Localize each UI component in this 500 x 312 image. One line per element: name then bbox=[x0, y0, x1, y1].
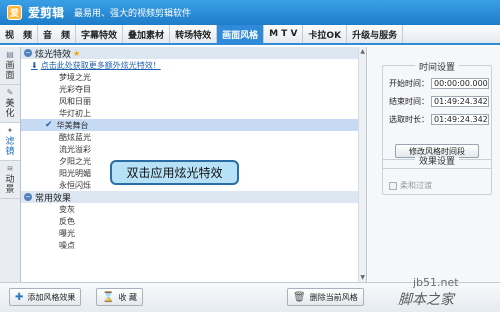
delete-style-button[interactable]: 🗑 删除当前风格 bbox=[287, 288, 364, 306]
collapse-icon[interactable]: − bbox=[24, 49, 32, 57]
get-more-effects-link[interactable]: ⬇ 点击此处获取更多额外炫光特效！ bbox=[21, 59, 366, 71]
trash-icon: 🗑 bbox=[293, 291, 306, 303]
add-effect-icon: ✚ bbox=[15, 291, 24, 303]
delete-style-label: 删除当前风格 bbox=[309, 292, 358, 302]
app-slogan: 最易用、强大的视频剪辑软件 bbox=[74, 9, 192, 19]
picture-icon: ▤ bbox=[6, 50, 14, 59]
tab-upgrade-service[interactable]: 升级与服务 bbox=[347, 25, 404, 43]
app-title: 爱剪辑 bbox=[28, 6, 65, 20]
motion-icon: ≋ bbox=[6, 164, 14, 173]
end-time-field[interactable]: 01:49:24.342 bbox=[431, 96, 489, 107]
scroll-down-icon[interactable]: ▼ bbox=[360, 274, 365, 281]
watermark-name: 脚本之家 bbox=[398, 292, 454, 308]
list-item[interactable]: 曝光 bbox=[21, 227, 366, 239]
scroll-up-icon[interactable]: ▲ bbox=[360, 48, 365, 55]
instruction-callout: 双击应用炫光特效 bbox=[110, 160, 239, 185]
duration-label: 选取时长： bbox=[389, 115, 429, 124]
tab-karaoke[interactable]: 卡拉OK bbox=[303, 25, 348, 43]
list-item[interactable]: 流光溢彩 bbox=[21, 143, 366, 155]
side-tab-label: 画 面 bbox=[5, 61, 15, 81]
list-item[interactable]: 反色 bbox=[21, 215, 366, 227]
watermark-url: jb51.net bbox=[413, 276, 459, 289]
style-category-sidebar: ▤ 画 面 ✎ 美 化 ✦ 滤 镜 ≋ 动 景 bbox=[0, 47, 21, 282]
checkmark-icon: ✔ bbox=[45, 120, 53, 130]
category-label: 常用效果 bbox=[35, 193, 72, 204]
list-scrollbar[interactable]: ▲ ▼ bbox=[358, 47, 366, 282]
category-label: 炫光特效 bbox=[35, 49, 72, 60]
main-tab-bar: 视 频 音 频 字幕特效 叠加素材 转场特效 画面风格 M T V 卡拉OK 升… bbox=[0, 25, 500, 45]
add-style-effect-button[interactable]: ✚ 添加风格效果 bbox=[9, 288, 82, 306]
start-time-row: 开始时间： 00:00:00.000 bbox=[389, 78, 489, 89]
side-tab-motion[interactable]: ≋ 动 景 bbox=[0, 161, 20, 199]
star-icon: ★ bbox=[73, 48, 81, 58]
end-time-row: 结束时间： 01:49:24.342 bbox=[389, 96, 489, 107]
list-item[interactable]: 变灰 bbox=[21, 203, 366, 215]
title-bar: 爱 爱剪辑 最易用、强大的视频剪辑软件 bbox=[0, 0, 500, 25]
tab-video[interactable]: 视 频 bbox=[0, 25, 39, 43]
side-tab-beautify[interactable]: ✎ 美 化 bbox=[0, 85, 20, 123]
side-tab-label: 动 景 bbox=[5, 175, 15, 195]
side-tab-label: 美 化 bbox=[5, 99, 15, 119]
favorite-label: 收 藏 bbox=[118, 292, 137, 302]
tab-picture-style[interactable]: 画面风格 bbox=[217, 25, 265, 43]
get-more-label: 点击此处获取更多额外炫光特效！ bbox=[40, 60, 161, 70]
download-icon: ⬇ bbox=[31, 60, 38, 70]
settings-panel: 时间设置 开始时间： 00:00:00.000 结束时间： 01:49:24.3… bbox=[368, 47, 500, 282]
category-glare-effects[interactable]: − 炫光特效 ★ bbox=[21, 47, 366, 60]
list-item[interactable]: 酷炫蓝光 bbox=[21, 131, 366, 143]
list-item[interactable]: 噪点 bbox=[21, 239, 366, 251]
start-time-field[interactable]: 00:00:00.000 bbox=[431, 78, 489, 89]
list-item[interactable]: 光彩夺目 bbox=[21, 83, 366, 95]
duration-field: 01:49:24.342 bbox=[431, 114, 489, 125]
add-style-effect-label: 添加风格效果 bbox=[27, 292, 76, 302]
tab-overlay-materials[interactable]: 叠加素材 bbox=[123, 25, 171, 43]
category-common-effects[interactable]: − 常用效果 bbox=[21, 191, 366, 204]
effect-settings-title: 效果设置 bbox=[414, 157, 459, 167]
tab-transition-effects[interactable]: 转场特效 bbox=[170, 25, 218, 43]
tab-audio[interactable]: 音 频 bbox=[38, 25, 77, 43]
soft-transition-label: 柔和过渡 bbox=[400, 181, 432, 190]
soft-transition-option: 柔和过渡 bbox=[389, 180, 432, 191]
soft-transition-checkbox[interactable] bbox=[389, 181, 397, 190]
favorite-icon: ⌛ bbox=[102, 291, 115, 303]
end-time-label: 结束时间： bbox=[389, 97, 429, 106]
side-tab-filter[interactable]: ✦ 滤 镜 bbox=[0, 123, 20, 161]
list-item-selected[interactable]: ✔ 华美舞台 bbox=[21, 119, 366, 131]
start-time-label: 开始时间： bbox=[389, 79, 429, 88]
list-item[interactable]: 梦境之光 bbox=[21, 71, 366, 83]
side-tab-picture[interactable]: ▤ 画 面 bbox=[0, 47, 20, 85]
side-tab-label: 滤 镜 bbox=[5, 137, 15, 157]
wand-icon: ✎ bbox=[6, 88, 14, 97]
app-logo-icon: 爱 bbox=[7, 5, 22, 20]
tab-mtv[interactable]: M T V bbox=[264, 25, 304, 43]
effect-settings-group: 效果设置 柔和过渡 bbox=[382, 157, 492, 195]
list-item[interactable]: 华灯初上 bbox=[21, 107, 366, 119]
time-settings-title: 时间设置 bbox=[414, 63, 459, 73]
tab-subtitle-effects[interactable]: 字幕特效 bbox=[76, 25, 124, 43]
duration-row: 选取时长： 01:49:24.342 bbox=[389, 114, 489, 125]
list-item[interactable]: 风和日丽 bbox=[21, 95, 366, 107]
favorite-button[interactable]: ⌛ 收 藏 bbox=[96, 288, 143, 306]
list-item-label: 华美舞台 bbox=[56, 120, 89, 130]
collapse-icon[interactable]: − bbox=[24, 193, 32, 201]
filter-icon: ✦ bbox=[6, 126, 14, 135]
